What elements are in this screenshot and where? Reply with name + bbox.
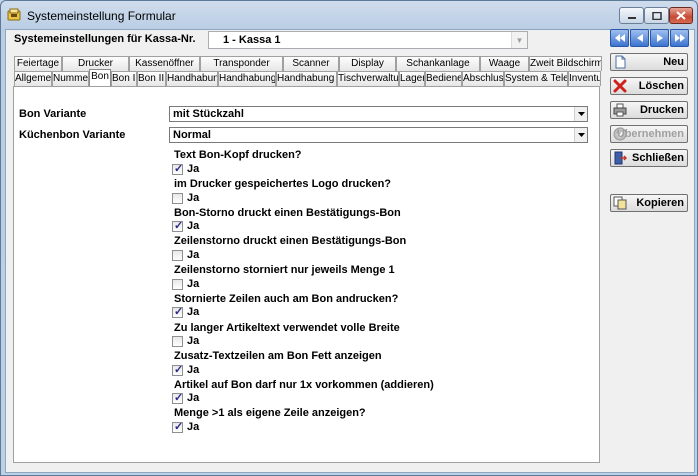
option-question: Zu langer Artikeltext verwendet volle Br…	[174, 322, 400, 334]
first-record-button[interactable]	[610, 29, 629, 47]
last-record-button[interactable]	[670, 29, 689, 47]
print-button[interactable]: Drucken	[610, 101, 688, 119]
bon-variante-select[interactable]: mit Stückzahl	[169, 106, 588, 122]
tab-lager[interactable]: Lager	[399, 71, 425, 86]
option-checkbox-label: Ja	[187, 192, 200, 204]
option-checkbox-label: Ja	[187, 249, 200, 261]
copy-button[interactable]: Kopieren	[610, 194, 688, 212]
delete-button-label: Löschen	[638, 80, 684, 92]
apply-button-label: Übernehmen	[616, 128, 684, 140]
exit-door-icon	[614, 151, 627, 165]
option-checkbox[interactable]	[172, 420, 183, 433]
tab-handhabung[interactable]: Handhabung	[166, 71, 218, 86]
tab-feiertage[interactable]: Feiertage	[14, 56, 62, 71]
delete-icon	[613, 79, 627, 93]
option-checkbox-label: Ja	[187, 306, 200, 318]
tab-handhabung-ii[interactable]: Handhabung II	[218, 71, 276, 86]
tab-tischverwaltung[interactable]: Tischverwaltung	[337, 71, 399, 86]
tab-nummern[interactable]: Nummern	[52, 71, 89, 86]
app-icon	[7, 8, 21, 21]
chevron-down-icon[interactable]	[574, 128, 587, 142]
option-checkbox[interactable]	[172, 162, 183, 175]
tab-transponder[interactable]: Transponder	[200, 56, 283, 71]
tab-abschluss[interactable]: Abschluss	[462, 71, 504, 86]
minimize-icon	[627, 16, 636, 19]
option-checkbox[interactable]	[172, 279, 183, 290]
kuechenbon-variante-select[interactable]: Normal	[169, 127, 588, 143]
chevron-down-icon[interactable]	[574, 107, 587, 121]
kuechenbon-variante-label: Küchenbon Variante	[19, 129, 126, 141]
option-checkbox-label: Ja	[187, 278, 200, 290]
bon-variante-label: Bon Variante	[19, 108, 87, 120]
main-window: Systemeinstellung Formular Systemeinstel…	[0, 0, 698, 476]
option-checkbox-label: Ja	[187, 421, 200, 433]
chevron-down-icon[interactable]: ▼	[511, 32, 527, 48]
option-question: Artikel auf Bon darf nur 1x vorkommen (a…	[174, 379, 434, 391]
close-form-button[interactable]: Schließen	[610, 149, 688, 167]
tab-bon-iii[interactable]: Bon III	[137, 71, 166, 86]
option-checkbox[interactable]	[172, 391, 183, 404]
tab-allgemein[interactable]: Allgemein	[14, 71, 52, 86]
close-icon	[676, 11, 686, 20]
option-question: Menge >1 als eigene Zeile anzeigen?	[174, 407, 366, 419]
maximize-button[interactable]	[644, 7, 669, 24]
previous-record-button[interactable]	[630, 29, 649, 47]
option-question: Zeilenstorno storniert nur jeweils Menge…	[174, 264, 395, 276]
next-record-button[interactable]	[650, 29, 669, 47]
tab-system-telefon[interactable]: System & Telefon	[504, 71, 568, 86]
arrow-left-icon	[636, 34, 643, 42]
kassa-label: Systemeinstellungen für Kassa-Nr.	[14, 33, 196, 45]
kassa-select-value: 1 - Kassa 1	[223, 34, 281, 46]
option-checkbox-label: Ja	[187, 392, 200, 404]
option-checkbox[interactable]	[172, 250, 183, 261]
tab-zweit-bildschirm[interactable]: Zweit Bildschirm	[529, 56, 602, 71]
maximize-icon	[651, 11, 662, 20]
tab-bon-ii[interactable]: Bon II	[111, 71, 137, 86]
close-button[interactable]	[669, 7, 693, 24]
tab-kassenoeffner[interactable]: Kassenöffner	[129, 56, 200, 71]
option-checkbox-label: Ja	[187, 335, 200, 347]
skip-last-icon	[674, 34, 685, 42]
window-title: Systemeinstellung Formular	[27, 9, 176, 23]
printer-icon	[613, 103, 627, 117]
apply-button[interactable]: Übernehmen	[610, 125, 688, 143]
option-checkbox-label: Ja	[187, 220, 200, 232]
delete-button[interactable]: Löschen	[610, 77, 688, 95]
minimize-button[interactable]	[619, 7, 644, 24]
tab-inventur[interactable]: Inventur	[568, 71, 601, 86]
option-checkbox-label: Ja	[187, 163, 200, 175]
option-question: im Drucker gespeichertes Logo drucken?	[174, 178, 392, 190]
option-question: Zeilenstorno druckt einen Bestätigungs-B…	[174, 235, 407, 247]
kassa-select[interactable]: 1 - Kassa 1 ▼	[208, 31, 528, 49]
option-checkbox[interactable]	[172, 219, 183, 232]
tab-bediener[interactable]: Bediener	[425, 71, 462, 86]
tab-display[interactable]: Display	[339, 56, 396, 71]
tab-scanner[interactable]: Scanner	[283, 56, 339, 71]
tab-schankanlage[interactable]: Schankanlage	[396, 56, 480, 71]
new-document-icon	[615, 55, 626, 69]
close-form-button-label: Schließen	[632, 152, 684, 164]
new-button-label: Neu	[663, 56, 684, 68]
tab-waage[interactable]: Waage	[480, 56, 529, 71]
bon-variante-value: mit Stückzahl	[173, 108, 244, 120]
option-question: Text Bon-Kopf drucken?	[174, 149, 302, 161]
arrow-right-icon	[656, 34, 663, 42]
tab-handhabung-iii[interactable]: Handhabung III	[276, 71, 337, 86]
skip-first-icon	[614, 34, 625, 42]
new-button[interactable]: Neu	[610, 53, 688, 71]
copy-icon	[613, 196, 627, 210]
kuechenbon-variante-value: Normal	[173, 129, 211, 141]
tab-bon-I[interactable]: Bon	[89, 69, 111, 86]
option-question: Stornierte Zeilen auch am Bon andrucken?	[174, 293, 399, 305]
option-checkbox[interactable]	[172, 193, 183, 204]
option-checkbox[interactable]	[172, 363, 183, 376]
option-checkbox[interactable]	[172, 305, 183, 318]
copy-button-label: Kopieren	[636, 197, 684, 209]
option-question: Zusatz-Textzeilen am Bon Fett anzeigen	[174, 350, 382, 362]
option-checkbox[interactable]	[172, 336, 183, 347]
print-button-label: Drucken	[639, 104, 684, 116]
option-checkbox-label: Ja	[187, 364, 200, 376]
title-bar[interactable]: Systemeinstellung Formular	[1, 1, 697, 29]
option-question: Bon-Storno druckt einen Bestätigungs-Bon	[174, 207, 401, 219]
